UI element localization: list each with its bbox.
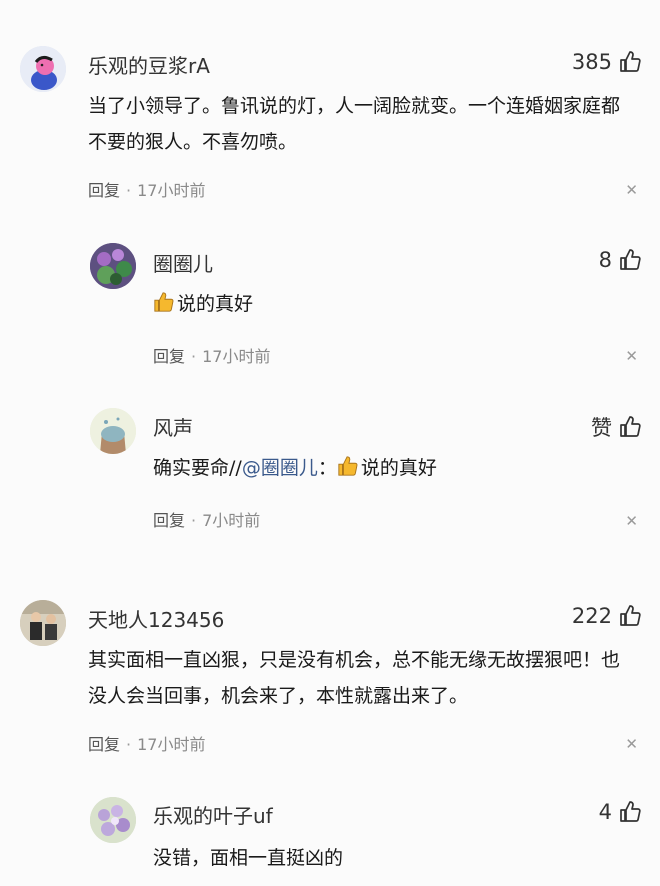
comment-text: 其实面相一直凶狠，只是没有机会，总不能无缘无故摆狠吧！也没人会当回事，机会来了，…: [88, 649, 621, 707]
thumbs-up-icon: [620, 249, 641, 270]
username[interactable]: 乐观的豆浆rA: [88, 50, 210, 79]
thumbs-up-emoji-icon: [338, 456, 358, 476]
like-count: 222: [571, 604, 612, 628]
username[interactable]: 圈圈儿: [153, 248, 213, 277]
reply-button[interactable]: 回复: [88, 181, 120, 200]
quoted-text: 说的真好: [360, 457, 437, 479]
comment-meta: 回复 · 17小时前: [153, 343, 270, 367]
avatar[interactable]: [90, 408, 136, 454]
reply-button[interactable]: 回复: [88, 735, 120, 754]
username[interactable]: 乐观的叶子uf: [153, 800, 273, 829]
like-button[interactable]: 385: [572, 50, 642, 74]
thumbs-up-icon: [620, 801, 641, 822]
like-count: 4: [598, 800, 612, 824]
like-button[interactable]: 赞: [591, 412, 642, 442]
reply-button[interactable]: 回复: [153, 511, 185, 530]
avatar[interactable]: [90, 797, 136, 843]
like-count: 385: [571, 50, 612, 74]
thumbs-up-emoji-icon: [154, 292, 174, 312]
username[interactable]: 风声: [153, 412, 193, 441]
like-button[interactable]: 4: [599, 800, 642, 824]
meta-separator: ·: [191, 511, 197, 530]
comment-meta: 回复 · 17小时前: [88, 731, 205, 755]
close-icon[interactable]: ✕: [625, 735, 638, 753]
reply-text-colon: ：: [317, 457, 337, 479]
timestamp: 17小时前: [202, 347, 271, 366]
avatar[interactable]: [20, 46, 66, 92]
meta-separator: ·: [126, 735, 132, 754]
close-icon[interactable]: ✕: [625, 181, 638, 199]
close-icon[interactable]: ✕: [625, 347, 638, 365]
thumbs-up-icon: [620, 416, 641, 437]
like-count: 8: [598, 248, 612, 272]
comment-meta: 回复 · 7小时前: [153, 507, 260, 531]
close-icon[interactable]: ✕: [625, 512, 638, 530]
comment-meta: 回复 · 17小时前: [88, 177, 205, 201]
comment-text: 当了小领导了。鲁讯说的灯，人一阔脸就变。一个连婚姻家庭都不要的狠人。不喜勿喷。: [88, 95, 621, 153]
like-button[interactable]: 222: [572, 604, 642, 628]
thumbs-up-icon: [620, 605, 641, 626]
reply-text-content: 说的真好: [177, 293, 254, 315]
meta-separator: ·: [126, 181, 132, 200]
reply-text: 说的真好: [153, 286, 253, 322]
timestamp: 17小时前: [137, 735, 206, 754]
like-button[interactable]: 8: [599, 248, 642, 272]
avatar[interactable]: [90, 243, 136, 289]
timestamp: 7小时前: [202, 511, 261, 530]
timestamp: 17小时前: [137, 181, 206, 200]
reply-text-prefix: 确实要命//: [153, 457, 242, 479]
reply-text: 没错，面相一直挺凶的: [153, 847, 344, 869]
thumbs-up-icon: [620, 51, 641, 72]
like-label: 赞: [591, 416, 612, 440]
reply-text: 确实要命//@圈圈儿： 说的真好: [153, 450, 437, 486]
avatar[interactable]: [20, 600, 66, 646]
username[interactable]: 天地人123456: [88, 604, 224, 633]
reply-button[interactable]: 回复: [153, 347, 185, 366]
mention-link[interactable]: @圈圈儿: [242, 457, 318, 479]
meta-separator: ·: [191, 347, 197, 366]
